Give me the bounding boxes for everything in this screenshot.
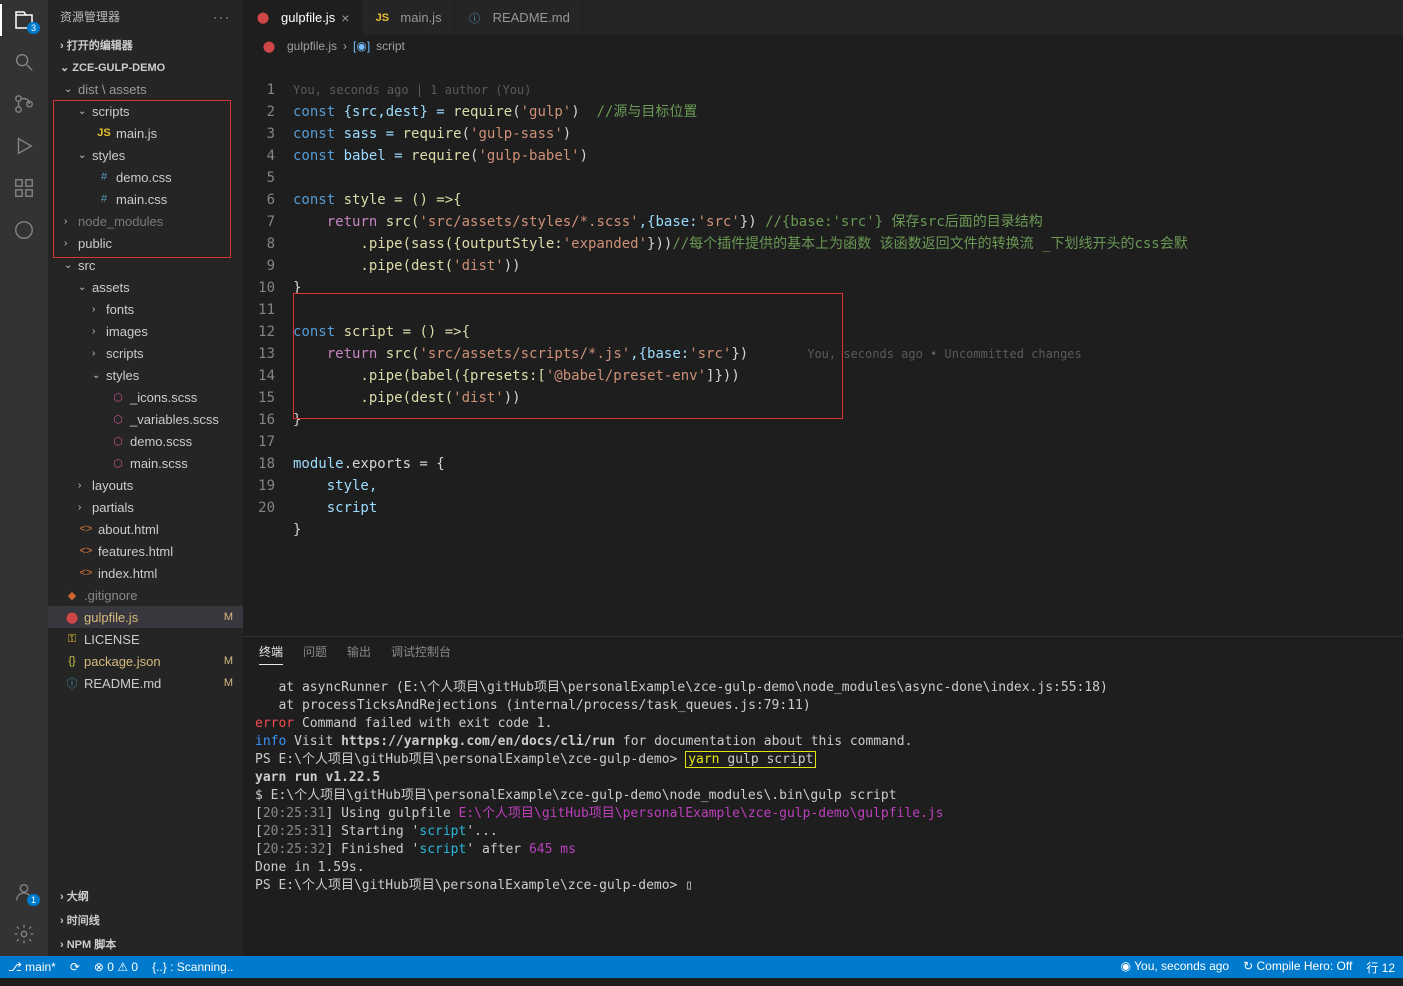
code-editor[interactable]: 1234567891011121314151617181920 You, sec… [243,57,1403,636]
sidebar: 资源管理器 ··· › 打开的编辑器 ⌄ ZCE-GULP-DEMO ⌄dist… [48,0,243,956]
folder-fonts[interactable]: ›fonts [48,298,243,320]
file-featureshtml[interactable]: <>features.html [48,540,243,562]
folder-public[interactable]: ›public [48,232,243,254]
status-scanning[interactable]: {..} : Scanning.. [152,960,233,974]
file-indexhtml[interactable]: <>index.html [48,562,243,584]
bottom-panel: 终端 问题 输出 调试控制台 at asyncRunner (E:\个人项目\g… [243,636,1403,956]
status-errors[interactable]: ⊗ 0 ⚠ 0 [94,960,138,974]
editor-group: ⬤gulpfile.js× JSmain.js ⓘREADME.md ⬤gulp… [243,0,1403,956]
folder-src[interactable]: ⌄src [48,254,243,276]
account-badge: 1 [27,894,40,906]
folder-scripts-src[interactable]: ›scripts [48,342,243,364]
open-editors-section[interactable]: › 打开的编辑器 [48,33,243,57]
sidebar-title: 资源管理器 [60,8,120,25]
file-iconsscss[interactable]: ⬡_icons.scss [48,386,243,408]
file-readme[interactable]: ⓘREADME.mdM [48,672,243,694]
timeline-section[interactable]: › 时间线 [48,908,243,932]
file-packagejson[interactable]: {}package.jsonM [48,650,243,672]
status-blame[interactable]: ◉ You, seconds ago [1121,959,1230,976]
more-icon[interactable]: ··· [213,10,231,24]
breadcrumb[interactable]: ⬤gulpfile.js › [◉] script [243,35,1403,57]
folder-images[interactable]: ›images [48,320,243,342]
file-gitignore[interactable]: ◆.gitignore [48,584,243,606]
tab-debug-console[interactable]: 调试控制台 [391,643,451,665]
terminal[interactable]: at asyncRunner (E:\个人项目\gitHub项目\persona… [243,671,1403,956]
status-branch[interactable]: ⎇ main* [8,960,56,974]
account-icon[interactable]: 1 [12,880,36,904]
npm-section[interactable]: › NPM 脚本 [48,932,243,956]
file-tree: ⌄dist \ assets ⌄scripts JSmain.js ⌄style… [48,78,243,884]
close-icon[interactable]: × [341,10,349,26]
explorer-icon[interactable]: 3 [12,8,36,32]
folder-partials[interactable]: ›partials [48,496,243,518]
folder-dist-assets[interactable]: ⌄dist \ assets [48,78,243,100]
explorer-badge: 3 [27,22,40,34]
line-gutter: 1234567891011121314151617181920 [243,57,293,636]
outline-section[interactable]: › 大纲 [48,884,243,908]
extensions-icon[interactable] [12,176,36,200]
tab-readme[interactable]: ⓘREADME.md [455,0,583,35]
folder-node-modules[interactable]: ›node_modules [48,210,243,232]
folder-assets[interactable]: ⌄assets [48,276,243,298]
file-mainscss[interactable]: ⬡main.scss [48,452,243,474]
folder-styles[interactable]: ⌄styles [48,144,243,166]
status-sync[interactable]: ⟳ [70,960,80,974]
folder-scripts[interactable]: ⌄scripts [48,100,243,122]
file-abouthtml[interactable]: <>about.html [48,518,243,540]
folder-layouts[interactable]: ›layouts [48,474,243,496]
tab-problems[interactable]: 问题 [303,643,327,665]
scm-icon[interactable] [12,92,36,116]
status-compile-hero[interactable]: ↻ Compile Hero: Off [1243,959,1352,976]
status-line[interactable]: 行 12 [1366,959,1395,976]
activity-bar: 3 1 [0,0,48,956]
tab-terminal[interactable]: 终端 [259,643,283,665]
file-democss[interactable]: #demo.css [48,166,243,188]
file-demoscss[interactable]: ⬡demo.scss [48,430,243,452]
folder-styles-src[interactable]: ⌄styles [48,364,243,386]
file-mainjs[interactable]: JSmain.js [48,122,243,144]
tab-output[interactable]: 输出 [347,643,371,665]
tab-gulpfile[interactable]: ⬤gulpfile.js× [243,0,362,35]
file-license[interactable]: ⚿LICENSE [48,628,243,650]
file-maincss[interactable]: #main.css [48,188,243,210]
git-blame: You, seconds ago | 1 author (You) [293,83,531,97]
project-section[interactable]: ⌄ ZCE-GULP-DEMO [48,57,243,78]
status-bar: ⎇ main* ⟳ ⊗ 0 ⚠ 0 {..} : Scanning.. ◉ Yo… [0,956,1403,978]
panel-tabs: 终端 问题 输出 调试控制台 [243,637,1403,671]
file-gulpfile[interactable]: ⬤gulpfile.jsM [48,606,243,628]
tab-mainjs[interactable]: JSmain.js [362,0,454,35]
search-icon[interactable] [12,50,36,74]
file-varscss[interactable]: ⬡_variables.scss [48,408,243,430]
remote-icon[interactable] [12,218,36,242]
settings-icon[interactable] [12,922,36,946]
tab-bar: ⬤gulpfile.js× JSmain.js ⓘREADME.md [243,0,1403,35]
debug-icon[interactable] [12,134,36,158]
code-content[interactable]: You, seconds ago | 1 author (You) const … [293,57,1403,636]
